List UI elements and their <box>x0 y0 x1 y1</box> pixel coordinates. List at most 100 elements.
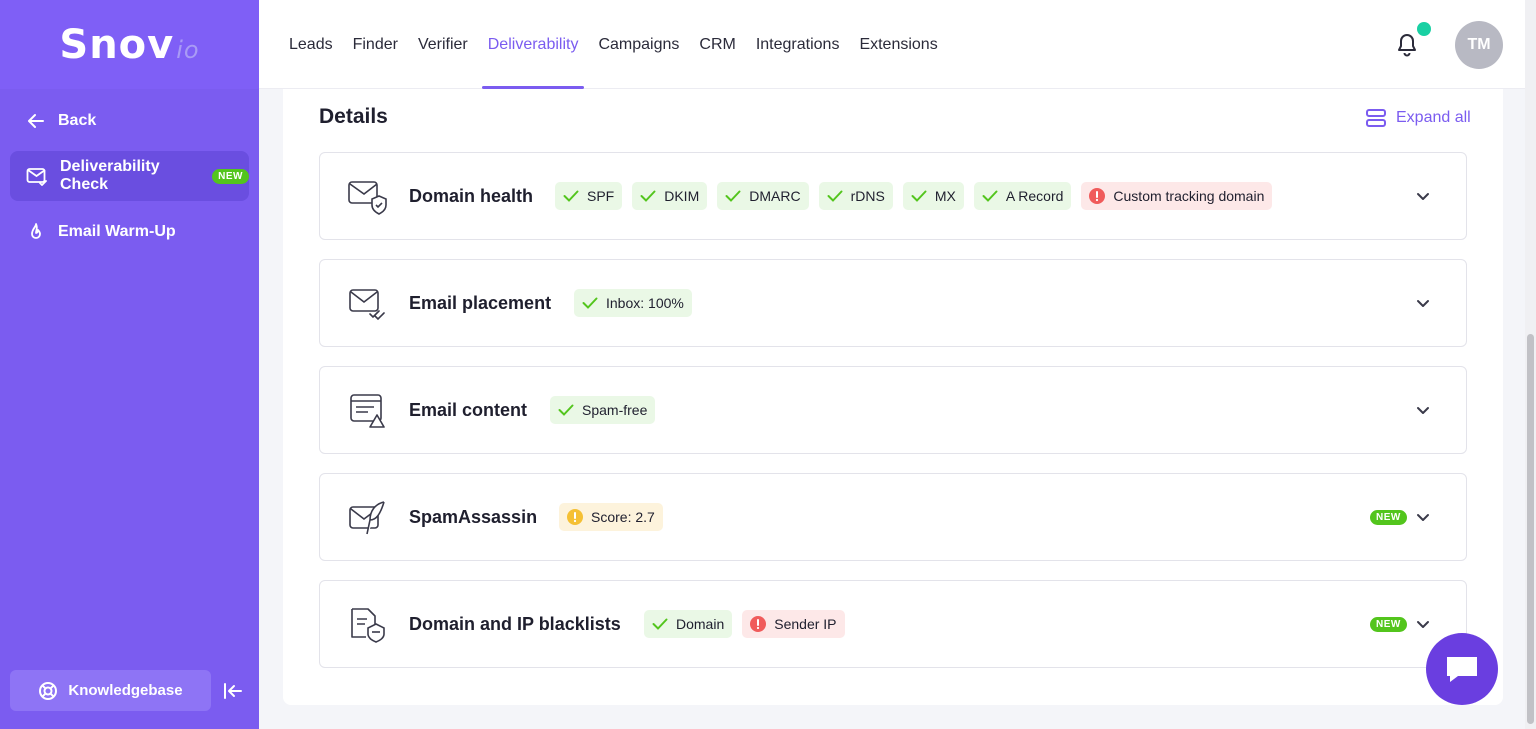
nav-item-extensions[interactable]: Extensions <box>849 0 947 89</box>
new-badge: NEW <box>1370 617 1407 632</box>
row-title: SpamAssassin <box>409 506 538 527</box>
nav-item-leads[interactable]: Leads <box>279 0 343 89</box>
logo-suffix: io <box>176 35 200 64</box>
row-title: Email placement <box>409 292 552 313</box>
tag-label: Score: 2.7 <box>591 509 655 525</box>
details-title: Details <box>319 105 388 128</box>
spamassassin-row[interactable]: SpamAssassin Score: 2.7 NEW <box>319 473 1467 561</box>
sidebar-item-label: Deliverability Check <box>60 158 160 193</box>
sidebar-item-label: Email Warm-Up <box>58 223 176 240</box>
nav-item-crm[interactable]: CRM <box>689 0 745 89</box>
check-icon <box>725 190 741 202</box>
row-title: Domain health <box>409 185 534 206</box>
logo-area: Snovio <box>0 0 259 89</box>
new-badge: NEW <box>1370 510 1407 525</box>
tag-label: Custom tracking domain <box>1113 188 1265 204</box>
nav-item-campaigns[interactable]: Campaigns <box>588 0 689 89</box>
scrollbar[interactable] <box>1525 0 1536 729</box>
back-link[interactable]: Back <box>10 96 249 146</box>
envelope-inbox-check-icon <box>349 289 385 321</box>
notification-dot <box>1417 22 1431 36</box>
check-icon <box>652 618 668 630</box>
check-icon <box>911 190 927 202</box>
lifebuoy-icon <box>39 681 58 700</box>
check-icon <box>558 404 574 416</box>
status-tag-inbox: Inbox: 100% <box>574 289 692 317</box>
status-tags: Domain Sender IP <box>644 610 855 638</box>
tag-label: SPF <box>587 188 615 204</box>
check-icon <box>827 190 843 202</box>
logo[interactable]: Snovio <box>59 22 199 68</box>
avatar[interactable]: TM <box>1455 21 1503 69</box>
nav-item-finder[interactable]: Finder <box>343 0 408 89</box>
bell-icon[interactable] <box>1395 32 1419 58</box>
email-placement-row[interactable]: Email placement Inbox: 100% <box>319 259 1467 347</box>
tag-label: Spam-free <box>582 402 648 418</box>
blacklists-row[interactable]: Domain and IP blacklists Domain Sender I… <box>319 580 1467 668</box>
expand-all-label: Expand all <box>1396 109 1471 126</box>
status-tags: Spam-free <box>550 396 665 424</box>
status-tag-custom-tracking-domain: Custom tracking domain <box>1081 182 1273 210</box>
sidebar: Snovio Back Deliverability Check NEW Ema… <box>0 0 259 729</box>
envelope-check-icon <box>26 168 47 186</box>
document-warning-icon <box>350 394 385 428</box>
status-tag-a-record: A Record <box>973 182 1072 210</box>
logo-text: Snov <box>59 21 175 68</box>
status-tag-dkim: DKIM <box>632 182 708 210</box>
status-tags: SPF DKIM DMARC rDNS MX A Record Custom t… <box>555 182 1282 210</box>
nav-item-verifier[interactable]: Verifier <box>408 0 478 89</box>
status-tag-score: Score: 2.7 <box>559 503 663 531</box>
knowledgebase-button[interactable]: Knowledgebase <box>10 670 211 711</box>
chevron-down-icon[interactable] <box>1414 187 1432 205</box>
back-label: Back <box>58 112 97 129</box>
email-content-row[interactable]: Email content Spam-free <box>319 366 1467 454</box>
envelope-shield-icon <box>348 181 387 215</box>
document-block-icon <box>351 608 385 643</box>
check-icon <box>582 297 598 309</box>
expand-all-icon <box>1366 109 1386 127</box>
knowledgebase-label: Knowledgebase <box>68 682 183 699</box>
status-tag-mx: MX <box>902 182 964 210</box>
status-tags: Score: 2.7 <box>559 503 673 531</box>
chat-bubble-icon <box>1447 657 1477 682</box>
tag-label: DKIM <box>664 188 700 204</box>
status-tag-dmarc: DMARC <box>717 182 809 210</box>
row-title: Email content <box>409 399 528 420</box>
error-icon <box>1089 188 1106 204</box>
flame-icon <box>31 223 41 239</box>
tag-label: Sender IP <box>774 616 837 632</box>
status-tag-domain: Domain <box>644 610 733 638</box>
new-badge: NEW <box>212 168 249 184</box>
tag-label: Domain <box>676 616 725 632</box>
status-tags: Inbox: 100% <box>574 289 702 317</box>
scroll-thumb[interactable] <box>1527 334 1534 724</box>
sidebar-item-deliverability-check[interactable]: Deliverability Check NEW <box>10 151 249 201</box>
status-tag-sender-ip: Sender IP <box>742 610 845 638</box>
expand-all-button[interactable]: Expand all <box>1366 107 1471 129</box>
collapse-left-icon <box>224 683 242 699</box>
warning-icon <box>567 509 583 525</box>
status-tag-spam-free: Spam-free <box>550 396 656 424</box>
domain-health-row[interactable]: Domain health SPF DKIM DMARC rDNS MX A R… <box>319 152 1467 240</box>
status-tag-spf: SPF <box>555 182 623 210</box>
tag-label: DMARC <box>749 188 801 204</box>
error-icon <box>750 616 767 632</box>
nav-item-integrations[interactable]: Integrations <box>746 0 850 89</box>
status-tag-rdns: rDNS <box>818 182 893 210</box>
top-navigation-bar: Leads Finder Verifier Deliverability Cam… <box>259 0 1525 89</box>
chevron-down-icon[interactable] <box>1414 615 1432 633</box>
tag-label: rDNS <box>850 188 885 204</box>
sidebar-item-email-warm-up[interactable]: Email Warm-Up <box>10 207 249 257</box>
chevron-down-icon[interactable] <box>1414 508 1432 526</box>
row-title: Domain and IP blacklists <box>409 613 621 634</box>
chevron-down-icon[interactable] <box>1414 294 1432 312</box>
check-icon <box>640 190 656 202</box>
check-icon <box>563 190 579 202</box>
chevron-down-icon[interactable] <box>1414 401 1432 419</box>
nav-item-deliverability[interactable]: Deliverability <box>478 0 589 89</box>
chat-widget-button[interactable] <box>1426 633 1498 705</box>
tag-label: A Record <box>1005 188 1064 204</box>
arrow-left-icon <box>28 114 44 128</box>
main-nav: Leads Finder Verifier Deliverability Cam… <box>279 0 948 89</box>
collapse-sidebar-button[interactable] <box>222 680 244 702</box>
